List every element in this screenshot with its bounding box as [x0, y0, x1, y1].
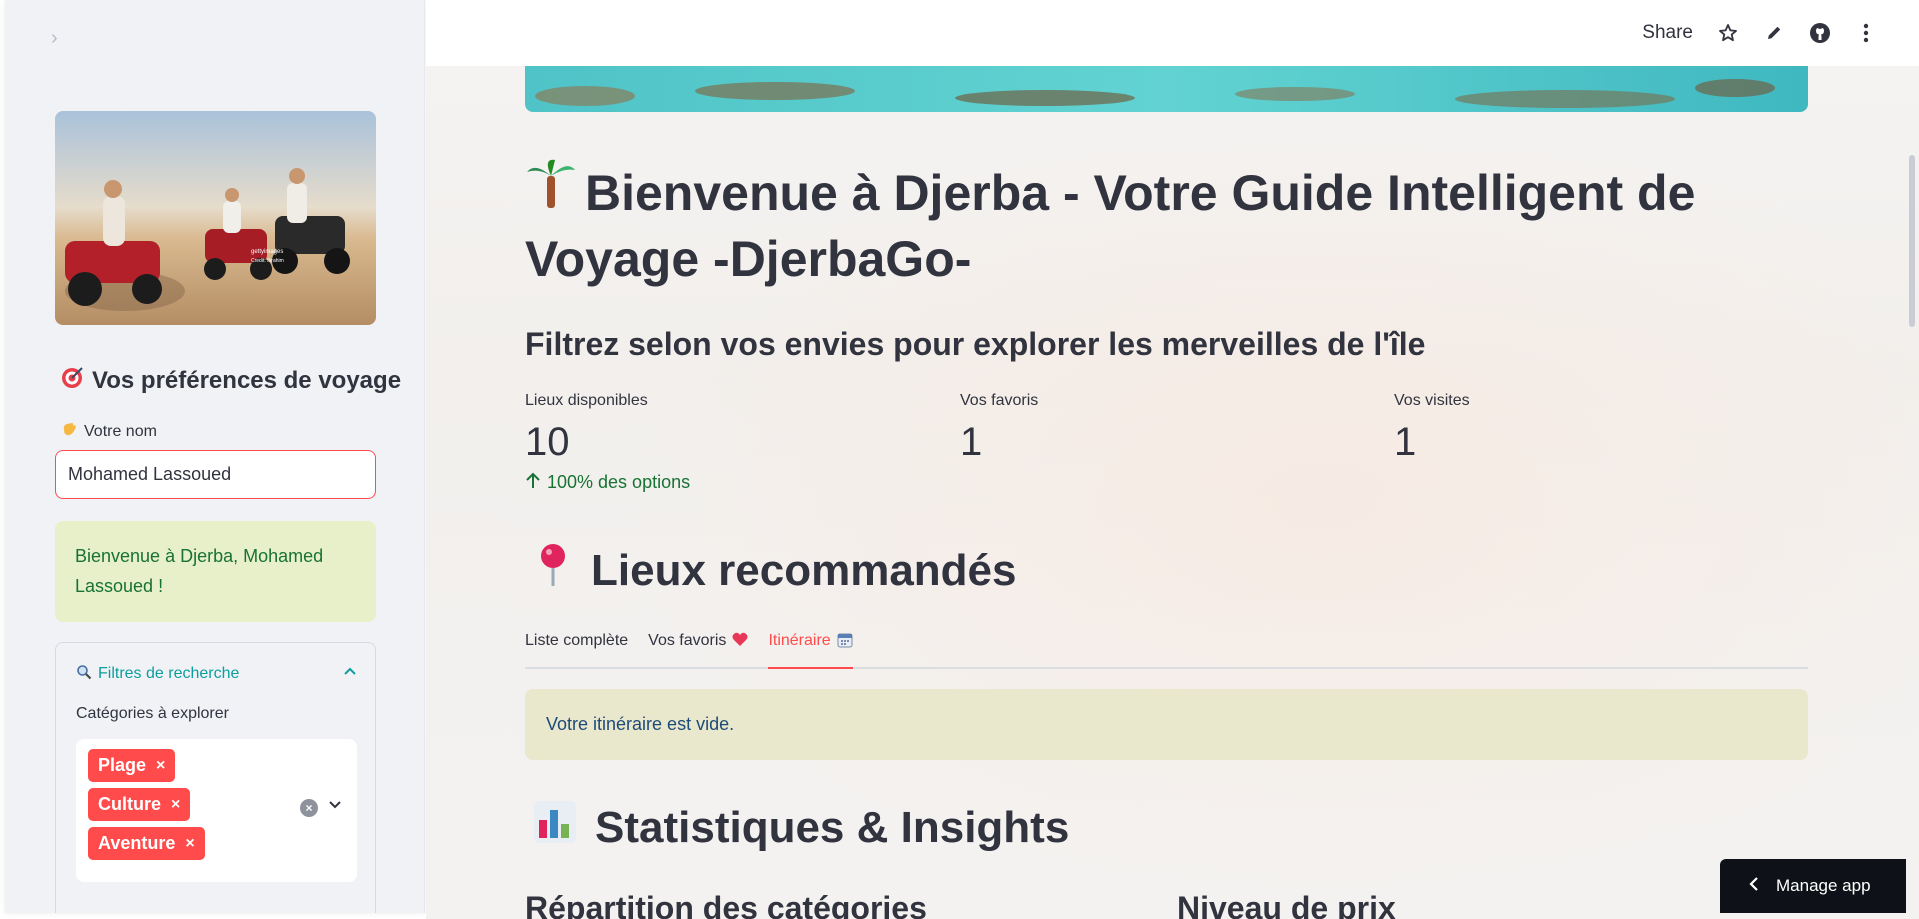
metric-label: Lieux disponibles	[525, 392, 648, 409]
header-banner-image	[525, 66, 1808, 112]
welcome-message: Bienvenue à Djerba, Mohamed Lassoued !	[55, 521, 376, 622]
metric-delta: 100% des options	[525, 471, 945, 494]
round-pushpin-icon	[533, 542, 573, 599]
clear-all-icon[interactable]: ×	[300, 799, 318, 817]
github-icon[interactable]	[1809, 22, 1831, 44]
category-tag-culture: Culture ×	[88, 788, 191, 821]
stats-price-title: Niveau de prix	[1177, 890, 1396, 919]
chevron-left-icon	[1748, 876, 1760, 896]
page-subtitle: Filtrez selon vos envies pour explorer l…	[525, 326, 1426, 362]
heart-icon	[732, 632, 748, 652]
star-icon[interactable]	[1717, 22, 1739, 44]
manage-app-button[interactable]: Manage app	[1720, 859, 1906, 913]
tab-label: Itinéraire	[768, 632, 831, 649]
metric-value: 1	[1394, 420, 1417, 464]
target-icon	[60, 366, 84, 397]
arrow-up-icon	[525, 471, 541, 494]
preferences-title-text: Vos préférences de voyage	[92, 367, 402, 394]
stats-title: Statistiques & Insights	[533, 800, 1069, 855]
tag-label: Plage	[98, 755, 147, 775]
sidebar-quad-bike-image: gettyimages Credit: Ibrahim	[55, 111, 376, 325]
pencil-icon[interactable]	[1763, 22, 1785, 44]
remove-tag-icon[interactable]: ×	[156, 757, 165, 775]
metric-value: 10	[525, 420, 570, 464]
categories-label: Catégories à explorer	[76, 705, 229, 722]
recommended-title: Lieux recommandés	[533, 542, 1017, 599]
waving-hand-icon	[60, 420, 78, 443]
itinerary-empty-info: Votre itinéraire est vide.	[525, 689, 1808, 760]
magnifier-icon	[76, 664, 92, 685]
places-tabs: Liste complète Vos favoris Itinéraire	[525, 632, 1808, 669]
tab-full-list[interactable]: Liste complète	[525, 632, 628, 669]
category-tag-plage: Plage ×	[88, 749, 176, 782]
manage-app-label: Manage app	[1776, 876, 1871, 895]
chevron-down-icon[interactable]	[328, 797, 342, 816]
category-tag-aventure: Aventure ×	[88, 827, 205, 860]
metric-visits: Vos visites 1	[1394, 392, 1814, 465]
chevron-up-icon[interactable]	[343, 665, 357, 684]
calendar-icon	[837, 632, 853, 653]
tab-label: Vos favoris	[648, 632, 727, 649]
metric-label: Vos visites	[1394, 392, 1470, 409]
stats-title-text: Statistiques & Insights	[595, 802, 1070, 852]
categories-multiselect[interactable]: Plage × Culture × Aventure × ×	[76, 739, 357, 882]
metric-value: 1	[960, 420, 983, 464]
more-vertical-icon[interactable]	[1855, 22, 1877, 44]
tab-favorites[interactable]: Vos favoris	[648, 632, 748, 669]
chevron-right-icon[interactable]: ›	[51, 28, 71, 48]
main-scrollbar[interactable]	[1909, 155, 1915, 327]
remove-tag-icon[interactable]: ×	[185, 835, 194, 853]
bar-chart-icon	[533, 800, 577, 855]
filters-title-text: Filtres de recherche	[98, 665, 240, 682]
filters-title: Filtres de recherche	[76, 664, 239, 685]
main-content: Share Bienvenue à Djerba - Votre Guide I…	[426, 0, 1919, 919]
tab-label: Liste complète	[525, 632, 629, 649]
filters-expander: Filtres de recherche Catégories à explor…	[55, 642, 376, 913]
preferences-title: Vos préférences de voyage	[60, 366, 401, 396]
filters-expander-header[interactable]: Filtres de recherche	[76, 661, 357, 687]
metric-label: Vos favoris	[960, 392, 1039, 409]
recommended-title-text: Lieux recommandés	[591, 545, 1017, 595]
metric-delta-text: 100% des options	[547, 472, 691, 492]
top-toolbar: Share	[426, 0, 1919, 66]
metric-places: Lieux disponibles 10 100% des options	[525, 392, 945, 494]
image-credit: Credit: Ibrahim	[251, 258, 284, 264]
name-label-text: Votre nom	[84, 422, 157, 440]
metric-favorites: Vos favoris 1	[960, 392, 1380, 465]
name-input[interactable]	[55, 450, 376, 499]
name-label: Votre nom	[60, 420, 157, 443]
remove-tag-icon[interactable]: ×	[171, 796, 180, 814]
page-title-text: Bienvenue à Djerba - Votre Guide Intelli…	[525, 165, 1696, 287]
tag-label: Culture	[98, 794, 161, 814]
tab-itinerary[interactable]: Itinéraire	[768, 632, 853, 669]
stats-categories-title: Répartition des catégories	[525, 890, 927, 919]
tag-label: Aventure	[98, 833, 176, 853]
palm-tree-icon	[525, 158, 585, 226]
share-button[interactable]: Share	[1642, 22, 1693, 44]
watermark-text: gettyimages	[251, 249, 283, 255]
sidebar: › gettyimages Credit: Ibrahim Vos préfér…	[5, 0, 425, 913]
page-title: Bienvenue à Djerba - Votre Guide Intelli…	[525, 158, 1808, 292]
